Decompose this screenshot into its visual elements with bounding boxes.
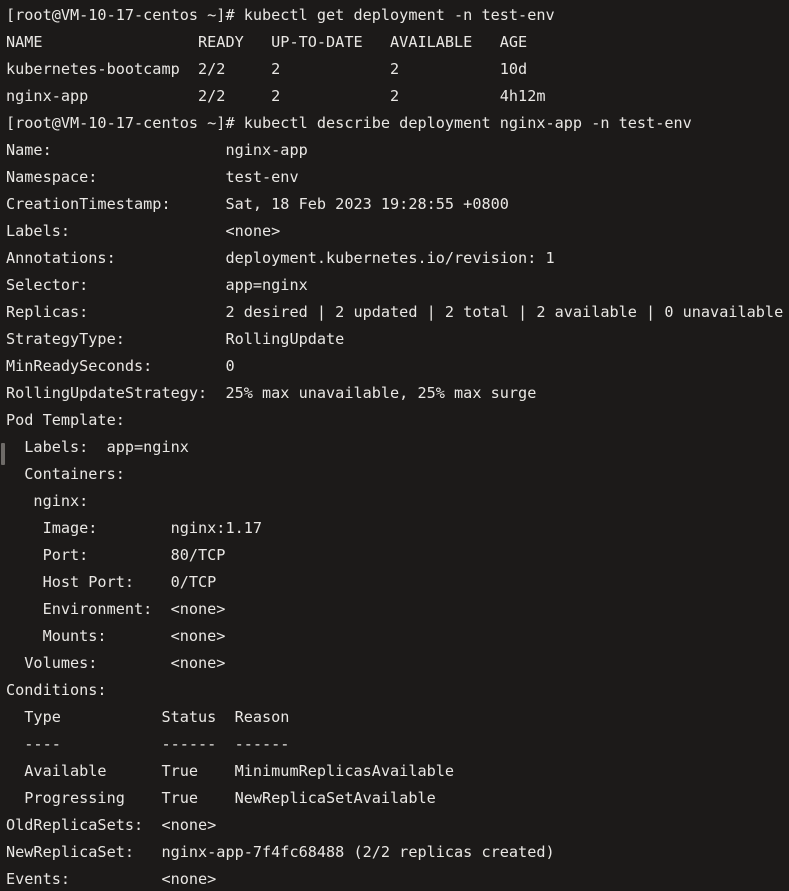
terminal-line: [root@VM-10-17-centos ~]# kubectl get de… (6, 6, 555, 24)
terminal-line: kubernetes-bootcamp 2/2 2 2 10d (6, 60, 528, 78)
terminal-line: Pod Template: (6, 411, 125, 429)
terminal-line: Port: 80/TCP (6, 546, 226, 564)
terminal-line: Image: nginx:1.17 (6, 519, 263, 537)
terminal-line: Name: nginx-app (6, 141, 308, 159)
terminal-line: Annotations: deployment.kubernetes.io/re… (6, 249, 555, 267)
terminal-line: NewReplicaSet: nginx-app-7f4fc68488 (2/2… (6, 843, 555, 861)
terminal-line: nginx: (6, 492, 89, 510)
terminal-line: Namespace: test-env (6, 168, 299, 186)
terminal-line: RollingUpdateStrategy: 25% max unavailab… (6, 384, 537, 402)
terminal-line: nginx-app 2/2 2 2 4h12m (6, 87, 546, 105)
terminal-window[interactable]: [root@VM-10-17-centos ~]# kubectl get de… (0, 0, 789, 891)
terminal-line: NAME READY UP-TO-DATE AVAILABLE AGE (6, 33, 528, 51)
terminal-line: Selector: app=nginx (6, 276, 308, 294)
terminal-line: Type Status Reason (6, 708, 290, 726)
terminal-line: ---- ------ ------ (6, 735, 290, 753)
terminal-line: Available True MinimumReplicasAvailable (6, 762, 455, 780)
terminal-line: Events: <none> (6, 870, 217, 888)
terminal-line: Containers: (6, 465, 125, 483)
terminal-line: StrategyType: RollingUpdate (6, 330, 345, 348)
terminal-line: [root@VM-10-17-centos ~]# kubectl descri… (6, 114, 692, 132)
terminal-line: Labels: app=nginx (6, 438, 189, 456)
terminal-line: MinReadySeconds: 0 (6, 357, 235, 375)
terminal-line: Host Port: 0/TCP (6, 573, 217, 591)
terminal-line: Volumes: <none> (6, 654, 226, 672)
terminal-line: Mounts: <none> (6, 627, 226, 645)
terminal-line: Environment: <none> (6, 600, 226, 618)
terminal-line: Labels: <none> (6, 222, 281, 240)
terminal-output[interactable]: [root@VM-10-17-centos ~]# kubectl get de… (6, 2, 789, 891)
terminal-line: Conditions: (6, 681, 107, 699)
terminal-line: OldReplicaSets: <none> (6, 816, 217, 834)
terminal-line: CreationTimestamp: Sat, 18 Feb 2023 19:2… (6, 195, 509, 213)
terminal-line: Replicas: 2 desired | 2 updated | 2 tota… (6, 303, 784, 321)
scrollbar-thumb[interactable] (1, 443, 5, 465)
terminal-line: Progressing True NewReplicaSetAvailable (6, 789, 436, 807)
